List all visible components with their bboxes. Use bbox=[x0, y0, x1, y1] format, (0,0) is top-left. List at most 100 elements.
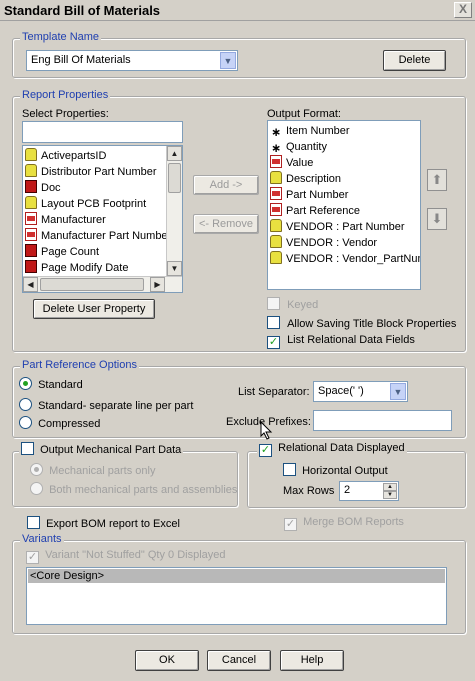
radio-mechanical-only[interactable]: Mechanical parts only bbox=[30, 463, 155, 477]
property-icon bbox=[270, 171, 282, 184]
list-item[interactable]: <Core Design> bbox=[28, 569, 445, 583]
scroll-right-icon[interactable]: ▶ bbox=[150, 277, 165, 292]
variants-list[interactable]: <Core Design> bbox=[26, 567, 447, 625]
exclude-prefixes-input[interactable] bbox=[313, 410, 452, 431]
scroll-up-icon[interactable]: ▲ bbox=[167, 146, 182, 161]
list-item[interactable]: Manufacturer bbox=[25, 212, 106, 228]
relational-displayed-option[interactable]: ✓ Relational Data Displayed bbox=[257, 442, 407, 457]
output-mechanical-option[interactable]: Output Mechanical Part Data bbox=[19, 442, 184, 456]
keyed-option[interactable]: Keyed bbox=[267, 297, 318, 311]
radio-button[interactable] bbox=[30, 463, 43, 476]
horizontal-output-checkbox[interactable] bbox=[283, 463, 296, 476]
radio-button[interactable] bbox=[30, 482, 43, 495]
delete-template-button[interactable]: Delete bbox=[383, 50, 446, 71]
close-button[interactable]: X bbox=[454, 2, 472, 18]
list-item[interactable]: VENDOR : Vendor_PartNum bbox=[270, 251, 420, 267]
list-item[interactable]: VENDOR : Vendor bbox=[270, 235, 377, 251]
list-separator-value: Space(' ') bbox=[318, 385, 364, 397]
component-icon bbox=[270, 203, 282, 216]
increment-icon[interactable]: ▲ bbox=[383, 483, 397, 491]
radio-button[interactable] bbox=[19, 416, 32, 429]
relational-displayed-checkbox[interactable]: ✓ bbox=[259, 444, 272, 457]
list-item[interactable]: Page Count bbox=[25, 244, 99, 260]
chevron-down-icon[interactable]: ▼ bbox=[220, 52, 236, 69]
select-properties-label: Select Properties: bbox=[22, 108, 109, 120]
property-icon bbox=[25, 148, 37, 161]
merge-bom-checkbox[interactable]: ✓ bbox=[284, 518, 297, 531]
output-format-list[interactable]: ∗ Item Number ∗ Quantity Value Description… bbox=[267, 120, 421, 290]
property-icon bbox=[25, 196, 37, 209]
list-separator-label: List Separator: bbox=[238, 386, 310, 398]
list-item[interactable]: ActivepartsID bbox=[25, 148, 106, 164]
list-item[interactable]: Part Reference bbox=[270, 203, 360, 219]
not-stuffed-checkbox[interactable]: ✓ bbox=[26, 551, 39, 564]
radio-button[interactable] bbox=[19, 377, 32, 390]
list-item[interactable]: VENDOR : Part Number bbox=[270, 219, 405, 235]
not-stuffed-option[interactable]: ✓ Variant "Not Stuffed" Qty 0 Displayed bbox=[26, 549, 226, 564]
vertical-scrollbar[interactable]: ▲ ▼ bbox=[166, 146, 182, 276]
property-icon bbox=[270, 219, 282, 232]
radio-standard[interactable]: Standard bbox=[19, 377, 83, 391]
template-name-legend: Template Name bbox=[20, 31, 102, 43]
scroll-thumb-horizontal[interactable] bbox=[40, 278, 144, 291]
list-item[interactable]: ∗ Item Number bbox=[270, 123, 350, 139]
max-rows-label: Max Rows bbox=[283, 485, 335, 497]
export-excel-option[interactable]: Export BOM report to Excel bbox=[27, 516, 180, 530]
ok-button[interactable]: OK bbox=[135, 650, 199, 671]
decrement-icon[interactable]: ▼ bbox=[383, 491, 397, 499]
max-rows-stepper[interactable]: 2 ▲ ▼ bbox=[339, 481, 399, 501]
mechanical-group bbox=[12, 451, 238, 507]
list-item[interactable]: Layout PCB Footprint bbox=[25, 196, 146, 212]
select-properties-filter[interactable] bbox=[22, 121, 183, 143]
cancel-button[interactable]: Cancel bbox=[207, 650, 271, 671]
component-icon bbox=[25, 228, 37, 241]
merge-bom-option[interactable]: ✓ Merge BOM Reports bbox=[284, 516, 404, 531]
output-format-label: Output Format: bbox=[267, 108, 341, 120]
list-item[interactable]: ∗ Quantity bbox=[270, 139, 327, 155]
allow-saving-option[interactable]: Allow Saving Title Block Properties bbox=[267, 316, 456, 330]
keyed-checkbox[interactable] bbox=[267, 297, 280, 310]
scroll-down-icon[interactable]: ▼ bbox=[167, 261, 182, 276]
property-icon bbox=[270, 235, 282, 248]
chevron-down-icon[interactable]: ▼ bbox=[390, 383, 406, 400]
window-title: Standard Bill of Materials bbox=[4, 3, 161, 18]
allow-saving-checkbox[interactable] bbox=[267, 316, 280, 329]
radio-compressed[interactable]: Compressed bbox=[19, 416, 100, 430]
list-relational-checkbox[interactable]: ✓ bbox=[267, 336, 280, 349]
asterisk-icon: ∗ bbox=[270, 141, 282, 155]
component-icon bbox=[25, 212, 37, 225]
list-item[interactable]: Part Number bbox=[270, 187, 348, 203]
variants-legend: Variants bbox=[20, 533, 64, 545]
report-properties-legend: Report Properties bbox=[20, 89, 111, 101]
list-separator-combo[interactable]: Space(' ') ▼ bbox=[313, 381, 408, 402]
list-item[interactable]: Value bbox=[270, 155, 313, 171]
title-bar: Standard Bill of Materials X bbox=[0, 0, 475, 21]
move-down-icon[interactable]: ⬇ bbox=[427, 208, 447, 230]
list-item[interactable]: Manufacturer Part Numbe bbox=[25, 228, 168, 244]
radio-standard-separate[interactable]: Standard- separate line per part bbox=[19, 398, 193, 412]
scroll-left-icon[interactable]: ◀ bbox=[23, 277, 38, 292]
part-icon bbox=[25, 244, 37, 257]
list-relational-option[interactable]: ✓ List Relational Data Fields bbox=[267, 334, 415, 349]
delete-user-property-button[interactable]: Delete User Property bbox=[33, 299, 155, 319]
horizontal-scrollbar[interactable]: ◀ ▶ bbox=[23, 276, 182, 292]
list-item[interactable]: Distributor Part Number bbox=[25, 164, 157, 180]
horizontal-output-option[interactable]: Horizontal Output bbox=[283, 463, 388, 477]
help-button[interactable]: Help bbox=[280, 650, 344, 671]
mouse-cursor-icon bbox=[260, 421, 273, 440]
export-excel-checkbox[interactable] bbox=[27, 516, 40, 529]
move-up-icon[interactable]: ⬆ bbox=[427, 169, 447, 191]
add-button[interactable]: Add -> bbox=[193, 175, 259, 195]
part-icon bbox=[25, 180, 37, 193]
template-name-combo[interactable]: Eng Bill Of Materials ▼ bbox=[26, 50, 238, 71]
remove-button[interactable]: <- Remove bbox=[193, 214, 259, 234]
list-item[interactable]: Doc bbox=[25, 180, 61, 196]
radio-button[interactable] bbox=[19, 398, 32, 411]
radio-mechanical-both[interactable]: Both mechanical parts and assemblies bbox=[30, 482, 237, 496]
select-properties-list[interactable]: ActivepartsID Distributor Part Number Do… bbox=[22, 145, 183, 293]
output-mechanical-checkbox[interactable] bbox=[21, 442, 34, 455]
max-rows-value: 2 bbox=[344, 484, 351, 496]
list-item[interactable]: Page Modify Date bbox=[25, 260, 128, 276]
list-item[interactable]: Description bbox=[270, 171, 341, 187]
scroll-thumb[interactable] bbox=[168, 163, 181, 193]
